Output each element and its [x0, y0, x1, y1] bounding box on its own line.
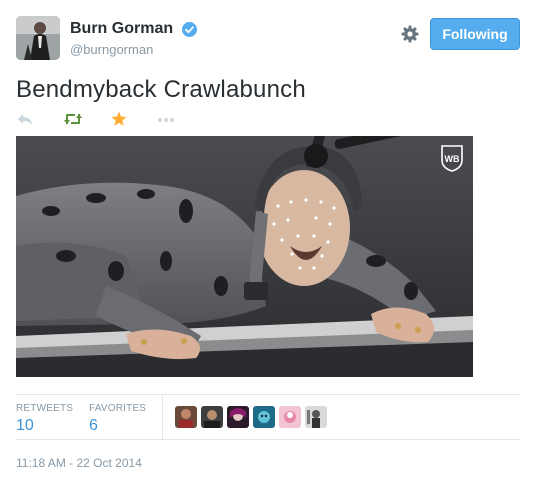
- favorites-stat[interactable]: FAVORITES 6: [89, 403, 146, 435]
- following-button[interactable]: Following: [430, 18, 520, 50]
- media-watermark-text: WB: [445, 154, 460, 164]
- faver-avatar[interactable]: [227, 406, 249, 428]
- stats-divider: [162, 395, 163, 439]
- user-fullname[interactable]: Burn Gorman: [70, 20, 173, 38]
- tweet-timestamp[interactable]: 11:18 AM - 22 Oct 2014: [16, 456, 142, 470]
- user-name-block: Burn Gorman @burngorman: [70, 20, 197, 57]
- tweet-header: Burn Gorman @burngorman Following: [16, 16, 520, 62]
- more-icon[interactable]: [156, 110, 176, 128]
- favorites-label: FAVORITES: [89, 403, 147, 414]
- faver-avatar[interactable]: [253, 406, 275, 428]
- verified-badge-icon: [181, 21, 197, 37]
- reply-icon[interactable]: [16, 110, 36, 128]
- faver-avatar[interactable]: [175, 406, 197, 428]
- tweet-text: Bendmyback Crawlabunch: [16, 76, 306, 103]
- faver-avatar[interactable]: [279, 406, 301, 428]
- faver-avatar[interactable]: [201, 406, 223, 428]
- retweets-label: RETWEETS: [16, 403, 74, 414]
- user-avatar[interactable]: [16, 16, 60, 60]
- retweets-count: 10: [16, 417, 34, 434]
- star-icon[interactable]: [110, 110, 130, 128]
- faver-avatar[interactable]: [305, 406, 327, 428]
- tweet-media-photo[interactable]: WB: [16, 136, 473, 377]
- user-username[interactable]: @burngorman: [70, 42, 197, 57]
- retweet-icon[interactable]: [63, 110, 83, 128]
- favorites-count: 6: [89, 417, 98, 434]
- retweets-stat[interactable]: RETWEETS 10: [16, 403, 73, 435]
- tweet-stats: RETWEETS 10 FAVORITES 6: [16, 394, 520, 440]
- gear-icon[interactable]: [400, 24, 420, 44]
